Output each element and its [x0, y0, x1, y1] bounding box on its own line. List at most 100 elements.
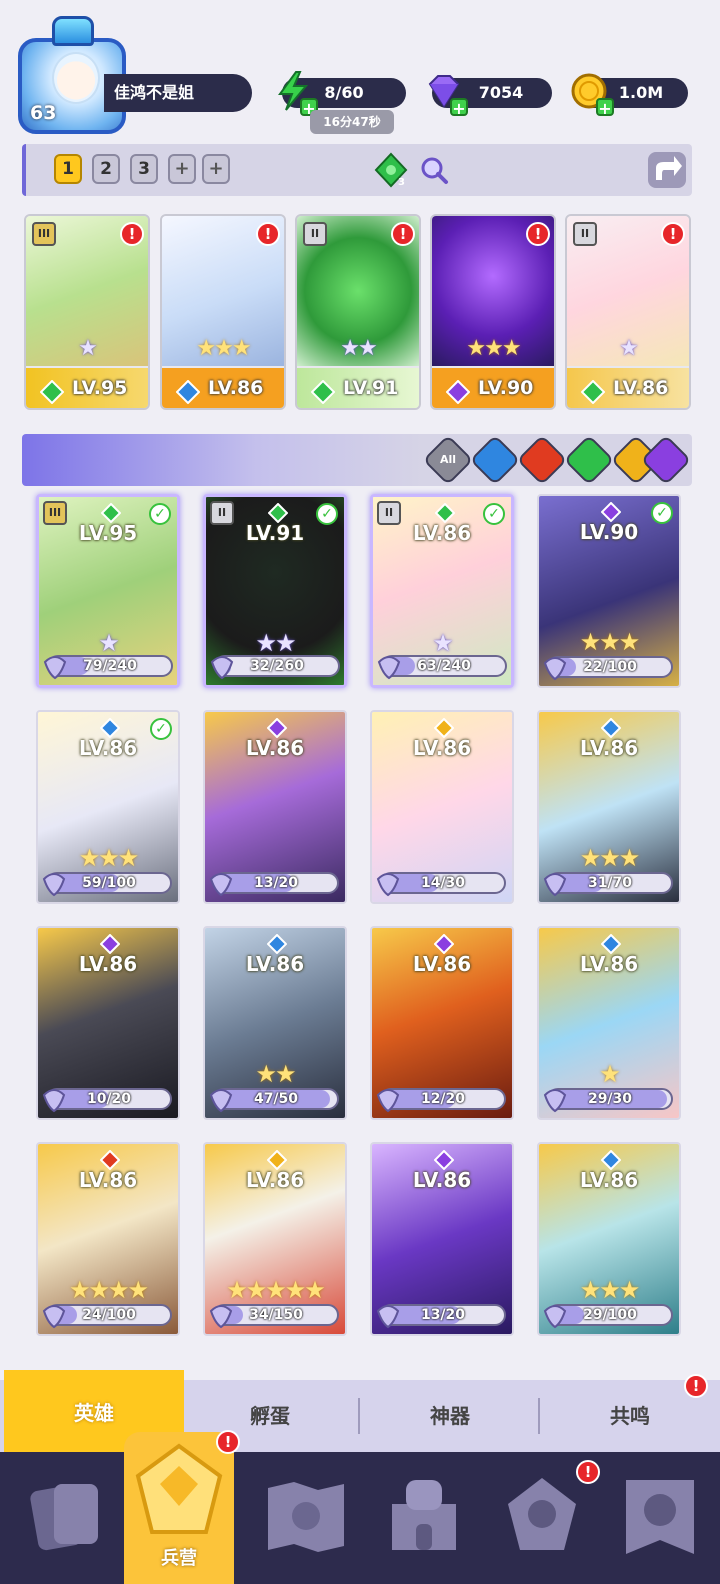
nav-guild[interactable]: !	[494, 1460, 600, 1564]
shard-icon	[210, 656, 234, 680]
hero-card[interactable]: II ✓ LV.91 ★★ 32/260	[203, 494, 347, 688]
shard-count: 32/260	[250, 658, 304, 674]
gem-count: 3	[398, 177, 405, 188]
rank-badge: II	[573, 222, 597, 246]
shard-progress-bar: 59/100	[42, 872, 172, 897]
hero-level: LV.86	[78, 952, 138, 976]
shard-progress-bar: 13/20	[376, 1304, 506, 1329]
nav-banner[interactable]	[612, 1464, 708, 1564]
alert-badge: !	[216, 1430, 240, 1454]
star-rating: ★★	[340, 336, 377, 361]
filter-wind-icon[interactable]	[563, 434, 615, 486]
tab-artifacts[interactable]: 神器	[360, 1380, 540, 1452]
team-tab-3[interactable]: 3	[130, 154, 158, 184]
hero-card[interactable]: LV.86 ★ 29/30	[537, 926, 681, 1120]
shard-icon	[42, 1305, 66, 1329]
shard-progress-bar: 22/100	[543, 656, 673, 681]
energy-counter[interactable]: + 8/60	[278, 71, 406, 118]
hero-level: LV.86	[412, 1168, 472, 1192]
team-slot-3[interactable]: II ! ★★ LV.91	[295, 214, 421, 410]
shard-progress-bar: 63/240	[377, 655, 507, 680]
hero-card[interactable]: LV.86 14/30	[370, 710, 514, 904]
star-rating: ★★★	[78, 844, 140, 872]
water-element-icon	[100, 718, 120, 738]
dark-element-icon	[100, 934, 120, 954]
team-slot-1[interactable]: III ! ★ LV.95	[24, 214, 150, 410]
filter-fire-icon[interactable]	[516, 434, 568, 486]
shard-count: 12/20	[420, 1091, 466, 1107]
shard-icon	[376, 1089, 400, 1113]
dark-element-icon	[446, 380, 470, 404]
add-gold-button[interactable]: +	[596, 98, 614, 118]
top-bar: 63 佳鸿不是姐 + 8/60 16分47秒 + 7054 + 1.0M	[0, 0, 720, 140]
hero-card[interactable]: LV.86 12/20	[370, 926, 514, 1120]
light-element-icon	[434, 718, 454, 738]
hero-card[interactable]: LV.86 13/20	[203, 710, 347, 904]
hero-card[interactable]: LV.86 ★★ 47/50	[203, 926, 347, 1120]
shard-progress-bar: 10/20	[42, 1088, 172, 1113]
shard-count: 34/150	[249, 1307, 303, 1323]
star-rating: ★★★	[579, 628, 641, 656]
add-gems-button[interactable]: +	[450, 98, 468, 118]
nav-barracks[interactable]: ! 兵营	[124, 1430, 240, 1584]
star-rating: ★★★	[466, 336, 521, 361]
crown-icon	[52, 16, 94, 46]
player-name: 佳鸿不是姐	[104, 74, 252, 112]
shard-count: 31/70	[587, 875, 633, 891]
team-slot-2[interactable]: ! ★★★ LV.86	[160, 214, 286, 410]
alert-badge: !	[120, 222, 144, 246]
filter-water-icon[interactable]	[469, 434, 521, 486]
team-slot-5[interactable]: II ! ★ LV.86	[565, 214, 691, 410]
shard-icon	[543, 657, 567, 681]
hero-level: LV.86	[579, 952, 639, 976]
hero-card[interactable]: II ✓ LV.86 ★ 63/240	[370, 494, 514, 688]
nav-castle[interactable]	[376, 1464, 472, 1564]
filter-all[interactable]: All	[422, 434, 474, 486]
hero-card[interactable]: III ✓ LV.95 ★ 79/240	[36, 494, 180, 688]
shard-icon	[376, 1305, 400, 1329]
water-element-icon	[267, 934, 287, 954]
hero-level: LV.86	[579, 736, 639, 760]
shard-count: 79/240	[83, 658, 137, 674]
hero-card[interactable]: LV.86 ★★★ 31/70	[537, 710, 681, 904]
hero-level: LV.90	[579, 520, 639, 544]
shard-count: 10/20	[86, 1091, 132, 1107]
share-icon[interactable]	[644, 148, 690, 192]
nav-cards[interactable]	[20, 1464, 116, 1564]
team-selector-bar: 1 2 3 + + 3	[22, 144, 692, 196]
filter-dark-icon[interactable]	[640, 434, 692, 486]
shard-icon	[43, 656, 67, 680]
search-icon[interactable]	[418, 154, 450, 186]
hero-card[interactable]: ✓ LV.90 ★★★ 22/100	[537, 494, 681, 688]
star-rating: ★★★★★	[226, 1276, 326, 1304]
star-rating: ★★	[255, 1060, 296, 1088]
add-team-button-2[interactable]: +	[202, 154, 230, 184]
barracks-icon	[135, 1443, 223, 1534]
water-element-icon	[601, 934, 621, 954]
hero-card[interactable]: ✓ LV.86 ★★★ 59/100	[36, 710, 180, 904]
hero-card[interactable]: LV.86 ★★★★★ 34/150	[203, 1142, 347, 1336]
hero-card[interactable]: LV.86 ★★★★ 24/100	[36, 1142, 180, 1336]
gem-counter[interactable]: + 7054	[428, 75, 552, 118]
add-team-button[interactable]: +	[168, 154, 196, 184]
dark-element-icon	[434, 1150, 454, 1170]
hero-level: LV.86	[412, 952, 472, 976]
wind-gem-icon[interactable]: 3	[374, 152, 408, 188]
rank-badge: II	[303, 222, 327, 246]
nav-barracks-label: 兵营	[161, 1548, 197, 1569]
hero-card[interactable]: LV.86 10/20	[36, 926, 180, 1120]
alert-badge: !	[526, 222, 550, 246]
shard-count: 13/20	[253, 875, 299, 891]
gold-counter[interactable]: + 1.0M	[571, 73, 688, 118]
team-tab-2[interactable]: 2	[92, 154, 120, 184]
nav-map[interactable]	[258, 1464, 354, 1564]
hero-card[interactable]: LV.86 13/20	[370, 1142, 514, 1336]
team-tab-1[interactable]: 1	[54, 154, 82, 184]
star-rating: ★	[619, 336, 639, 361]
light-element-icon	[267, 1150, 287, 1170]
shard-icon	[377, 656, 401, 680]
team-slot-4[interactable]: ! ★★★ LV.90	[430, 214, 556, 410]
bottom-nav: !	[0, 1452, 720, 1584]
wind-element-icon	[268, 503, 288, 523]
hero-card[interactable]: LV.86 ★★★ 29/100	[537, 1142, 681, 1336]
